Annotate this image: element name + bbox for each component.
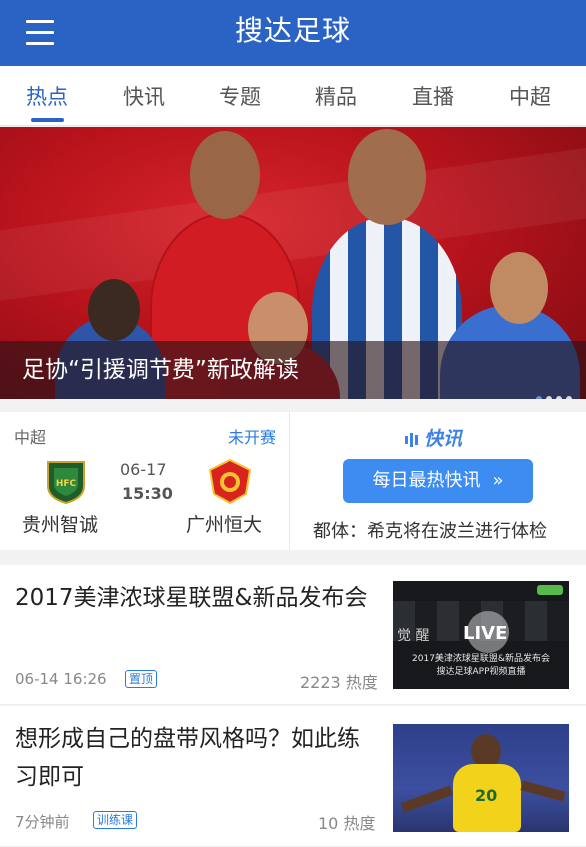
- live-label: LIVE: [463, 623, 508, 644]
- signal-icon: [405, 429, 420, 451]
- match-date: 06-17: [120, 460, 167, 479]
- article-hot-count: 2223 热度: [300, 673, 378, 692]
- article-item[interactable]: 2017美津浓球星联盟&新品发布会 06-14 16:26 置顶 2223 热度…: [0, 565, 586, 705]
- article-thumbnail: 觉 醒 LIVE 2017美津浓球星联盟&新品发布会 搜达足球APP视频直播: [393, 581, 569, 689]
- quick-news-logo: 快讯: [405, 424, 462, 451]
- home-team-name: 贵州智诚: [22, 514, 99, 536]
- article-item[interactable]: 想形成自己的盘带风格吗？如此练习即可 7分钟前 训练课 10 热度 20: [0, 706, 586, 847]
- quick-news-card: 快讯 每日最热快讯» 都体：希克将在波兰进行体检: [291, 412, 586, 550]
- player-arm: [520, 780, 566, 802]
- article-title: 2017美津浓球星联盟&新品发布会: [15, 585, 368, 611]
- tab-live[interactable]: 直播: [398, 66, 468, 126]
- guangzhou-team-logo: [208, 458, 252, 505]
- app-root: 搜达足球 热点 快讯 专题 精品 直播 中超 足协“引援调节费”新政解读 中超 …: [0, 0, 586, 847]
- thumbnail-subtitle-2: 搜达足球APP视频直播: [436, 667, 526, 677]
- thumbnail-subtitle: 2017美津浓球星联盟&新品发布会: [412, 654, 550, 664]
- active-tab-indicator: [31, 118, 64, 122]
- article-time: 7分钟前: [15, 813, 70, 831]
- daily-hot-news-button[interactable]: 每日最热快讯»: [343, 459, 533, 503]
- double-chevron-right-icon: »: [492, 470, 504, 491]
- player-arm: [400, 785, 454, 813]
- match-news-strip: 中超 未开赛 HFC 06-17 15:30 贵州智诚 广州恒大 快讯 每日最热…: [0, 412, 586, 550]
- carousel-dots: [532, 387, 572, 399]
- quick-news-headline[interactable]: 都体：希克将在波兰进行体检: [313, 517, 571, 543]
- guizhou-team-logo: HFC: [44, 458, 88, 505]
- away-team-name: 广州恒大: [186, 514, 263, 536]
- app-header: 搜达足球: [0, 0, 586, 66]
- banner-carousel[interactable]: 足协“引援调节费”新政解读: [0, 127, 586, 399]
- training-badge: 训练课: [93, 811, 138, 829]
- match-status: 未开赛: [227, 428, 276, 447]
- carousel-dot[interactable]: [556, 396, 562, 399]
- carousel-dot[interactable]: [536, 396, 542, 399]
- carousel-dot[interactable]: [546, 396, 552, 399]
- carousel-dot[interactable]: [566, 396, 572, 399]
- category-tabs: 热点 快讯 专题 精品 直播 中超: [0, 66, 586, 126]
- article-thumbnail: 20: [393, 724, 569, 832]
- tab-csl[interactable]: 中超: [495, 66, 565, 126]
- player-head: [471, 734, 501, 768]
- banner-caption: 足协“引援调节费”新政解读: [22, 357, 299, 383]
- article-time: 06-14 16:26: [15, 670, 107, 688]
- pinned-badge: 置顶: [125, 670, 158, 688]
- tab-hot[interactable]: 热点: [12, 66, 82, 126]
- jersey-number: 20: [475, 786, 498, 805]
- banner-caption-bar: 足协“引援调节费”新政解读: [0, 341, 586, 399]
- brand-logo-icon: [537, 585, 563, 595]
- tab-topics[interactable]: 专题: [205, 66, 275, 126]
- article-title: 想形成自己的盘带风格吗？如此练习即可: [15, 726, 360, 790]
- article-hot-count: 10 热度: [318, 814, 376, 833]
- app-title: 搜达足球: [234, 14, 351, 47]
- match-league: 中超: [14, 428, 47, 447]
- svg-text:HFC: HFC: [56, 479, 77, 489]
- tab-flash[interactable]: 快讯: [109, 66, 179, 126]
- thumbnail-word: 觉 醒: [397, 628, 430, 644]
- match-card[interactable]: 中超 未开赛 HFC 06-17 15:30 贵州智诚 广州恒大: [0, 412, 290, 550]
- match-time: 15:30: [122, 484, 173, 503]
- tab-featured[interactable]: 精品: [301, 66, 371, 126]
